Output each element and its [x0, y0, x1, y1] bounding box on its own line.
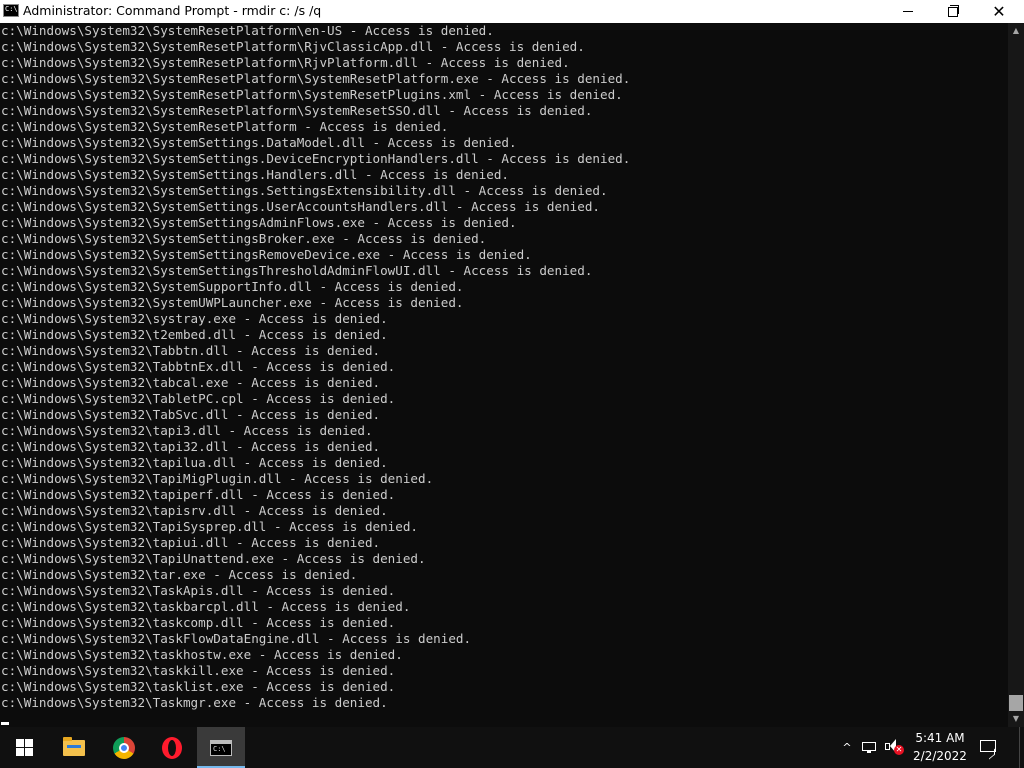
console-line: c:\Windows\System32\TapiSysprep.dll - Ac…	[1, 519, 419, 534]
vertical-scrollbar[interactable]: ▲ ▼	[1008, 23, 1024, 727]
scroll-thumb[interactable]	[1009, 695, 1023, 711]
console-line: c:\Windows\System32\SystemSettingsThresh…	[1, 263, 593, 278]
title-bar[interactable]: C:\ Administrator: Command Prompt - rmdi…	[0, 0, 1024, 24]
console-line: c:\Windows\System32\SystemSettingsAdminF…	[1, 215, 517, 230]
console-line: c:\Windows\System32\tapi3.dll - Access i…	[1, 423, 373, 438]
chrome-icon	[113, 736, 135, 759]
console-line: c:\Windows\System32\TabletPC.cpl - Acces…	[1, 391, 396, 406]
console-line: c:\Windows\System32\taskhostw.exe - Acce…	[1, 647, 403, 662]
minimize-icon	[903, 11, 913, 12]
console-line: c:\Windows\System32\Tabbtn.dll - Access …	[1, 343, 381, 358]
scroll-up-icon[interactable]: ▲	[1008, 23, 1024, 39]
text-cursor	[1, 722, 9, 725]
show-desktop-button[interactable]	[1019, 727, 1024, 768]
notification-icon[interactable]	[980, 740, 1000, 760]
minimize-button[interactable]	[885, 0, 931, 23]
console-line: c:\Windows\System32\TaskFlowDataEngine.d…	[1, 631, 472, 646]
console-output[interactable]: c:\Windows\System32\SystemResetPlatform\…	[0, 23, 1008, 727]
console-line: c:\Windows\System32\TapiMigPlugin.dll - …	[1, 471, 434, 486]
show-hidden-icons-chevron-icon[interactable]: ^	[839, 727, 855, 768]
console-line: c:\Windows\System32\SystemSettingsBroker…	[1, 231, 487, 246]
console-line: c:\Windows\System32\SystemResetPlatform\…	[1, 23, 494, 38]
cmd-icon-text: C:\	[213, 744, 226, 753]
console-line: c:\Windows\System32\SystemSettings.UserA…	[1, 199, 600, 214]
console-lines: c:\Windows\System32\SystemResetPlatform\…	[0, 23, 1008, 711]
console-line: c:\Windows\System32\taskcomp.dll - Acces…	[1, 615, 396, 630]
console-line: c:\Windows\System32\SystemSettings.Devic…	[1, 151, 631, 166]
taskbar-chrome[interactable]	[100, 727, 148, 768]
console-line: c:\Windows\System32\SystemUWPLauncher.ex…	[1, 295, 464, 310]
console-line: c:\Windows\System32\tapiui.dll - Access …	[1, 535, 381, 550]
close-icon: ✕	[992, 1, 1006, 21]
console-line: c:\Windows\System32\systray.exe - Access…	[1, 311, 388, 326]
taskbar-opera[interactable]	[148, 727, 196, 768]
console-line: c:\Windows\System32\TapiUnattend.exe - A…	[1, 551, 426, 566]
console-line: c:\Windows\System32\tapisrv.dll - Access…	[1, 503, 388, 518]
console-line: c:\Windows\System32\TaskApis.dll - Acces…	[1, 583, 396, 598]
console-line: c:\Windows\System32\taskkill.exe - Acces…	[1, 663, 396, 678]
opera-icon	[162, 736, 182, 759]
console-line: c:\Windows\System32\TabbtnEx.dll - Acces…	[1, 359, 396, 374]
console-line: c:\Windows\System32\tapiperf.dll - Acces…	[1, 487, 396, 502]
console-line: c:\Windows\System32\Taskmgr.exe - Access…	[1, 695, 388, 710]
folder-icon	[63, 736, 85, 756]
restore-icon	[948, 4, 959, 17]
console-line: c:\Windows\System32\t2embed.dll - Access…	[1, 327, 388, 342]
console-line: c:\Windows\System32\SystemResetPlatform\…	[1, 55, 570, 70]
console-line: c:\Windows\System32\SystemSettingsRemove…	[1, 247, 532, 262]
console-line: c:\Windows\System32\tasklist.exe - Acces…	[1, 679, 396, 694]
console-line: c:\Windows\System32\SystemResetPlatform\…	[1, 39, 585, 54]
console-line: c:\Windows\System32\SystemResetPlatform\…	[1, 103, 593, 118]
console-line: c:\Windows\System32\TabSvc.dll - Access …	[1, 407, 381, 422]
clock-time: 5:41 AM	[915, 731, 965, 745]
scroll-down-icon[interactable]: ▼	[1008, 711, 1024, 727]
console-line: c:\Windows\System32\tapi32.dll - Access …	[1, 439, 381, 454]
console-line: c:\Windows\System32\SystemSupportInfo.dl…	[1, 279, 464, 294]
console-line: c:\Windows\System32\SystemResetPlatform\…	[1, 87, 623, 102]
window-title: Administrator: Command Prompt - rmdir c:…	[23, 3, 322, 18]
console-line: c:\Windows\System32\SystemSettings.Handl…	[1, 167, 509, 182]
console-line: c:\Windows\System32\tar.exe - Access is …	[1, 567, 358, 582]
taskbar-file-explorer[interactable]	[50, 727, 98, 768]
maximize-button[interactable]	[930, 0, 976, 23]
volume-muted-icon[interactable]: ✕	[885, 738, 907, 756]
cmd-app-icon[interactable]: C:\	[3, 4, 19, 17]
cmd-icon: C:\	[210, 739, 232, 756]
cmd-app-icon-text: C:\	[5, 5, 18, 13]
close-button[interactable]: ✕	[976, 0, 1022, 23]
console-line: c:\Windows\System32\SystemResetPlatform\…	[1, 71, 631, 86]
taskbar-command-prompt[interactable]: C:\	[197, 727, 245, 768]
console-line: c:\Windows\System32\taskbarcpl.dll - Acc…	[1, 599, 411, 614]
console-line: c:\Windows\System32\tabcal.exe - Access …	[1, 375, 381, 390]
clock-date: 2/2/2022	[913, 749, 967, 763]
tray-clock[interactable]: 5:41 AM 2/2/2022	[912, 729, 968, 767]
console-line: c:\Windows\System32\tapilua.dll - Access…	[1, 455, 388, 470]
console-line: c:\Windows\System32\SystemResetPlatform …	[1, 119, 449, 134]
console-line: c:\Windows\System32\SystemSettings.DataM…	[1, 135, 517, 150]
console-line: c:\Windows\System32\SystemSettings.Setti…	[1, 183, 608, 198]
network-icon[interactable]	[862, 740, 880, 754]
windows-logo-icon	[15, 739, 33, 756]
start-button[interactable]	[0, 727, 48, 768]
